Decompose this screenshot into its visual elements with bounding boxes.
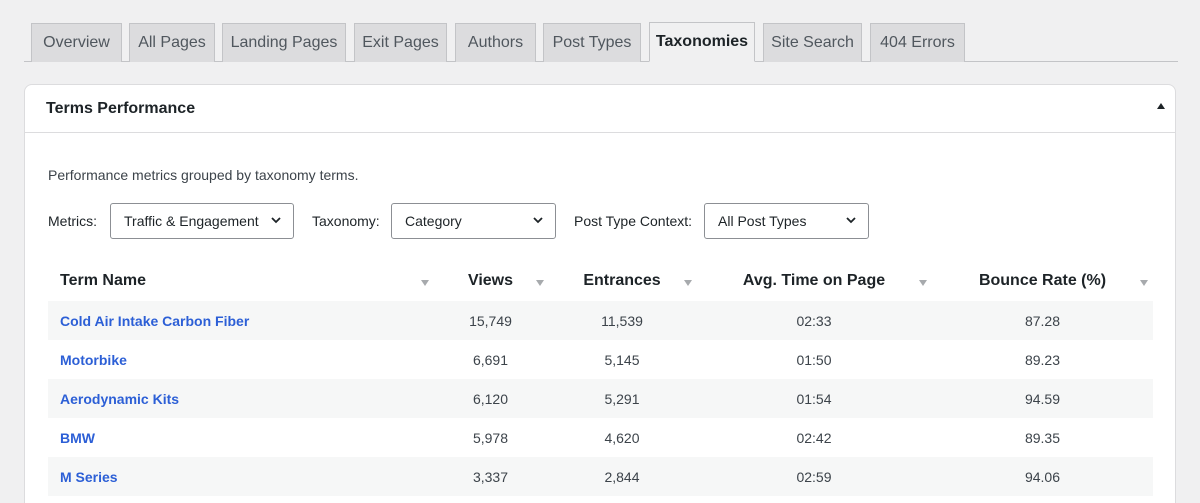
term-link[interactable]: Aerodynamic Kits <box>60 391 179 407</box>
tab-landing-pages[interactable]: Landing Pages <box>222 23 346 62</box>
metrics-select[interactable]: Traffic & Engagement <box>110 203 294 239</box>
taxonomy-select[interactable]: Category <box>391 203 556 239</box>
views-cell: 5,978 <box>472 429 509 446</box>
sort-down-icon[interactable] <box>684 280 692 286</box>
table-row: BMW 5,978 4,620 02:42 89.35 <box>48 418 1153 457</box>
views-cell: 6,691 <box>472 351 509 368</box>
term-name-cell: BMW <box>48 418 433 457</box>
avg-time-cell: 01:54 <box>696 379 932 418</box>
entrances-cell: 4,620 <box>604 429 640 446</box>
term-link[interactable]: M Series <box>60 469 118 485</box>
bounce-rate-cell: 89.23 <box>1024 351 1061 368</box>
tab-bar: Overview All Pages Landing Pages Exit Pa… <box>24 0 1178 62</box>
avg-time-cell: 02:33 <box>696 301 932 340</box>
tab-all-pages[interactable]: All Pages <box>129 23 215 62</box>
table-row: Cold Air Intake Carbon Fiber 15,749 11,5… <box>48 301 1153 340</box>
avg-time-cell: 02:42 <box>796 429 832 446</box>
entrances-cell: 2,844 <box>548 457 696 496</box>
term-name-cell: Aerodynamic Kits <box>48 379 433 418</box>
chevron-down-icon <box>846 217 856 224</box>
term-name-cell: Cold Air Intake Carbon Fiber <box>48 301 433 340</box>
column-header-label: Term Name <box>60 272 146 289</box>
column-header-label: Avg. Time on Page <box>742 272 886 289</box>
bounce-rate-cell: 87.28 <box>932 301 1153 340</box>
post-type-context-select[interactable]: All Post Types <box>704 203 869 239</box>
entrances-cell: 5,145 <box>604 351 640 368</box>
term-link[interactable]: BMW <box>60 430 95 446</box>
entrances-cell: 5,291 <box>548 379 696 418</box>
column-header-label: Views <box>467 272 514 289</box>
tab-404-errors[interactable]: 404 Errors <box>870 23 965 62</box>
tab-post-types[interactable]: Post Types <box>543 23 641 62</box>
post-type-context-select-value: All Post Types <box>718 213 807 229</box>
table-header-row: Term Name Views Entrances Avg. Time on P… <box>48 261 1153 301</box>
tab-exit-pages[interactable]: Exit Pages <box>354 23 447 62</box>
sort-down-icon[interactable] <box>1140 280 1148 286</box>
tab-overview[interactable]: Overview <box>31 23 122 62</box>
table-row: M Series 3,337 2,844 02:59 94.06 <box>48 457 1153 496</box>
tab-taxonomies[interactable]: Taxonomies <box>649 22 755 62</box>
views-cell: 3,337 <box>433 457 548 496</box>
column-header-avg-time[interactable]: Avg. Time on Page <box>696 261 932 301</box>
chevron-down-icon <box>271 217 281 224</box>
metrics-label: Metrics: <box>48 213 97 229</box>
term-link[interactable]: Cold Air Intake Carbon Fiber <box>60 313 249 329</box>
metrics-select-value: Traffic & Engagement <box>124 213 259 229</box>
avg-time-cell: 02:59 <box>696 457 932 496</box>
avg-time-cell: 01:50 <box>796 351 832 368</box>
sort-down-icon[interactable] <box>421 280 429 286</box>
terms-performance-panel: Terms Performance Performance metrics gr… <box>24 84 1176 503</box>
column-header-label: Bounce Rate (%) <box>978 272 1107 289</box>
entrances-cell: 11,539 <box>548 301 696 340</box>
column-header-label: Entrances <box>583 272 661 289</box>
taxonomy-select-value: Category <box>405 213 462 229</box>
term-name-cell: M Series <box>48 457 433 496</box>
panel-header: Terms Performance <box>25 85 1175 133</box>
taxonomy-label: Taxonomy: <box>312 213 380 229</box>
panel-title: Terms Performance <box>46 99 196 117</box>
table-row: Motorbike 6,691 5,145 01:50 89.23 <box>48 340 1153 379</box>
tab-authors[interactable]: Authors <box>455 23 536 62</box>
term-link[interactable]: Motorbike <box>60 352 127 368</box>
table-row: Aerodynamic Kits 6,120 5,291 01:54 94.59 <box>48 379 1153 418</box>
chevron-down-icon <box>533 217 543 224</box>
column-header-entrances[interactable]: Entrances <box>548 261 696 301</box>
bounce-rate-cell: 94.59 <box>932 379 1153 418</box>
column-header-views[interactable]: Views <box>433 261 548 301</box>
views-cell: 15,749 <box>433 301 548 340</box>
sort-down-icon[interactable] <box>919 280 927 286</box>
bounce-rate-cell: 94.06 <box>932 457 1153 496</box>
filter-bar: Metrics: Traffic & Engagement Taxonomy: … <box>48 203 908 239</box>
column-header-term-name[interactable]: Term Name <box>48 261 433 301</box>
panel-description: Performance metrics grouped by taxonomy … <box>48 167 359 183</box>
terms-table: Term Name Views Entrances Avg. Time on P… <box>48 261 1153 496</box>
term-name-cell: Motorbike <box>48 340 433 379</box>
sort-down-icon[interactable] <box>536 280 544 286</box>
post-type-context-label: Post Type Context: <box>574 213 693 229</box>
column-header-bounce-rate[interactable]: Bounce Rate (%) <box>932 261 1153 301</box>
views-cell: 6,120 <box>433 379 548 418</box>
bounce-rate-cell: 89.35 <box>1024 429 1061 446</box>
collapse-triangle-icon[interactable] <box>1157 103 1165 109</box>
tab-site-search[interactable]: Site Search <box>763 23 862 62</box>
